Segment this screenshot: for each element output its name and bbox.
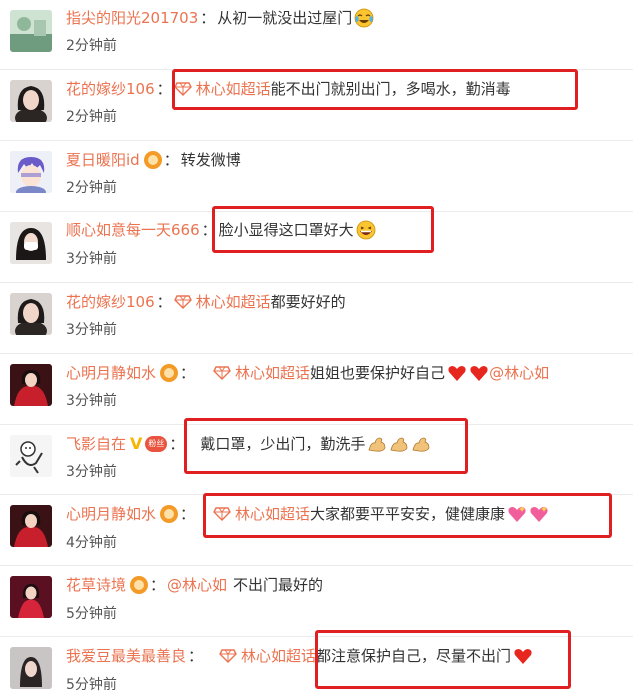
username[interactable]: 花的嫁纱106 [66,77,155,101]
supertopic-label: 林心如超话 [195,293,271,311]
comment-text: 脸小显得这口罩好大 [218,221,354,239]
muscle-emoji-icon [411,434,431,454]
supertopic-link[interactable]: 林心如超话 [213,361,310,385]
heart-emoji-icon [513,646,533,666]
avatar[interactable] [10,647,52,689]
username[interactable]: 指尖的阳光201703 [66,6,198,30]
diamond-icon [219,649,237,663]
comment-item: 花的嫁纱106 ： 林心如超话 能不出门就别出门，多喝水，勤消毒 2分钟前 [0,70,633,141]
comment-text: 姐姐也要保护好自己 [310,364,446,382]
comment-time: 3分钟前 [66,251,117,267]
username[interactable]: 花草诗境 [66,573,126,597]
supertopic-link[interactable]: 林心如超话 [173,77,271,101]
avatar[interactable] [10,435,52,477]
comment-text: 从初一就没出过屋门 [217,9,353,27]
colon: ： [180,364,196,382]
username[interactable]: 心明月静如水 [66,502,156,526]
muscle-emoji-icon [367,434,387,454]
comment-time: 2分钟前 [66,180,117,196]
laughing-crying-emoji-icon [354,8,374,28]
mention-link[interactable]: @林心如 [489,361,549,385]
avatar[interactable] [10,10,52,52]
comment-text: 都要好好的 [270,293,346,311]
avatar[interactable] [10,80,52,122]
username[interactable]: 顺心如意每一天666 [66,218,200,242]
colon: ： [201,221,217,239]
comment-item: 花的嫁纱106 ： 林心如超话 都要好好的 3分钟前 [0,283,633,354]
supertopic-link[interactable]: 林心如超话 [219,644,316,668]
avatar[interactable] [10,222,52,264]
fan-badge-icon [130,576,149,594]
grinning-emoji-icon [356,220,376,240]
comment-text: 戴口罩，少出门，勤洗手 [200,435,366,453]
comment-time: 3分钟前 [66,322,117,338]
supertopic-label: 林心如超话 [235,364,311,382]
fan-badge-icon [143,151,162,169]
colon: ： [200,9,216,27]
comment-text: 大家都要平平安安，健健康康 [310,505,506,523]
colon: ： [169,435,185,453]
colon: ： [156,80,172,98]
comment-text: 转发微博 [180,151,241,169]
comment-item: 花草诗境 ： @林心如 不出门最好的 5分钟前 [0,566,633,637]
comment-time: 2分钟前 [66,109,117,125]
supertopic-link[interactable]: 林心如超话 [213,502,310,526]
comment-item: 我爱豆最美最善良 ： 林心如超话 都注意保护自己，尽量不出门 5分钟前 [0,637,633,695]
fan-badge-icon [160,364,179,382]
heart-emoji-icon [447,363,467,383]
comment-time: 3分钟前 [66,464,117,480]
heart-emoji-icon [469,363,489,383]
comment-time: 5分钟前 [66,677,117,693]
username[interactable]: 花的嫁纱106 [66,290,155,314]
avatar[interactable] [10,293,52,335]
comment-item: 心明月静如水 ： 林心如超话 姐姐也要保护好自己 @林心如 3分钟前 [0,354,633,425]
colon: ： [150,576,166,594]
colon: ： [156,293,172,311]
avatar[interactable] [10,151,52,193]
comment-text: 都注意保护自己，尽量不出门 [316,647,512,665]
sparkling-heart-emoji-icon [507,504,527,524]
fan-heart-badge: 粉丝 [145,436,168,452]
avatar[interactable] [10,505,52,547]
comment-text: 不出门最好的 [233,576,324,594]
comment-time: 4分钟前 [66,535,117,551]
colon: ： [180,505,196,523]
diamond-icon [213,366,231,380]
comment-item: 指尖的阳光201703 ： 从初一就没出过屋门 2分钟前 [0,0,633,70]
verified-v-icon: V [130,434,143,453]
supertopic-label: 林心如超话 [195,80,271,98]
mention-link[interactable]: @林心如 [167,573,227,597]
sparkling-heart-emoji-icon [529,504,549,524]
username[interactable]: 心明月静如水 [66,361,156,385]
muscle-emoji-icon [389,434,409,454]
comment-item: 夏日暖阳id ： 转发微博 2分钟前 [0,141,633,212]
supertopic-link[interactable]: 林心如超话 [173,290,271,314]
comment-item: 飞影自在 V 粉丝 ： 戴口罩，少出门，勤洗手 3分钟前 [0,425,633,495]
diamond-icon [173,82,192,96]
username[interactable]: 夏日暖阳id [66,148,140,172]
supertopic-label: 林心如超话 [235,505,311,523]
diamond-icon [173,295,192,309]
colon: ： [163,151,179,169]
comment-text: 能不出门就别出门，多喝水，勤消毒 [270,80,511,98]
comment-time: 5分钟前 [66,606,117,622]
avatar[interactable] [10,364,52,406]
colon: ： [188,647,204,665]
comment-item: 顺心如意每一天666 ： 脸小显得这口罩好大 3分钟前 [0,212,633,283]
supertopic-label: 林心如超话 [241,647,317,665]
username[interactable]: 我爱豆最美最善良 [66,644,186,668]
avatar[interactable] [10,576,52,618]
diamond-icon [213,507,231,521]
comment-time: 3分钟前 [66,393,117,409]
fan-badge-icon [160,505,179,523]
comment-list: 指尖的阳光201703 ： 从初一就没出过屋门 2分钟前 花的嫁纱106 ： 林… [0,0,633,695]
username[interactable]: 飞影自在 [66,432,126,456]
comment-item: 心明月静如水 ： 林心如超话 大家都要平平安安，健健康康 4分钟前 [0,495,633,566]
comment-time: 2分钟前 [66,38,117,54]
